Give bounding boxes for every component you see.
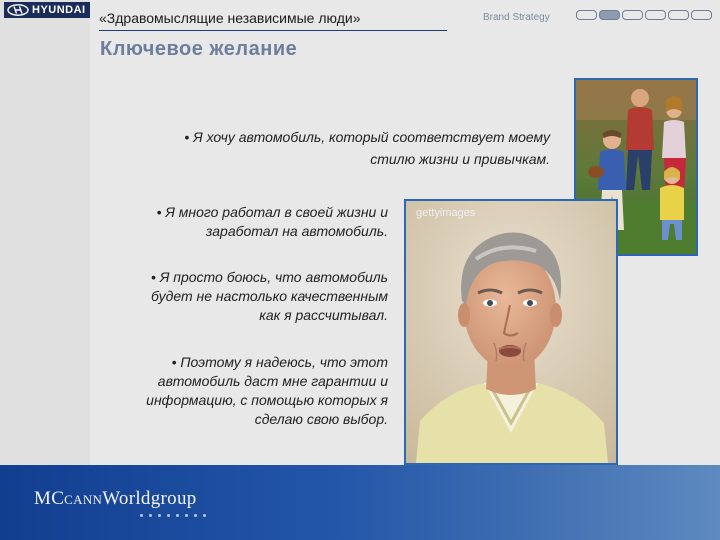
dot xyxy=(158,514,161,517)
brand-strategy-label: Brand Strategy xyxy=(483,12,550,23)
logo-mc: MC xyxy=(34,488,65,509)
section-progress xyxy=(576,10,712,20)
page-title: Ключевое желание xyxy=(100,38,298,60)
bullet-text: Я просто боюсь, что автомобиль будет не … xyxy=(151,269,388,323)
dot xyxy=(185,514,188,517)
dot xyxy=(194,514,197,517)
logo-cann: CANN xyxy=(64,492,103,507)
man-portrait-photo: gettyimages xyxy=(404,199,618,465)
left-strip xyxy=(0,0,90,465)
bullet-item: • Поэтому я надеюсь, что этот автомобиль… xyxy=(146,354,388,427)
dot xyxy=(176,514,179,517)
dot xyxy=(140,514,143,517)
bullet-item: • Я много работал в своей жизни и зарабо… xyxy=(156,204,388,239)
footer-dots xyxy=(140,514,206,517)
getty-watermark: gettyimages xyxy=(416,207,476,219)
main-bullet-text: Я хочу автомобиль, который соответствует… xyxy=(193,129,550,167)
dot xyxy=(203,514,206,517)
progress-step xyxy=(668,10,689,20)
logo-text: HYUNDAI xyxy=(32,4,86,16)
mccann-worldgroup-logo: MCCANNWorldgroup xyxy=(34,488,197,510)
logo-worldgroup: Worldgroup xyxy=(102,488,197,509)
slide: HYUNDAI «Здравомыслящие независимые люди… xyxy=(0,0,720,540)
main-bullet: • Я хочу автомобиль, который соответству… xyxy=(184,129,550,167)
man-portrait-image xyxy=(406,201,616,463)
topic-title: «Здравомыслящие независимые люди» xyxy=(99,10,361,26)
bullet-text: Я много работал в своей жизни и заработа… xyxy=(165,204,388,239)
hyundai-emblem-icon xyxy=(7,4,29,16)
bullet-text: Поэтому я надеюсь, что этот автомобиль д… xyxy=(146,354,388,427)
progress-step xyxy=(576,10,597,20)
progress-step xyxy=(599,10,620,20)
progress-step xyxy=(622,10,643,20)
dot xyxy=(167,514,170,517)
hyundai-logo: HYUNDAI xyxy=(4,2,90,18)
dot xyxy=(149,514,152,517)
progress-step xyxy=(691,10,712,20)
bullet-item: • Я просто боюсь, что автомобиль будет н… xyxy=(151,269,388,323)
topic-underline xyxy=(99,30,447,31)
progress-step xyxy=(645,10,666,20)
